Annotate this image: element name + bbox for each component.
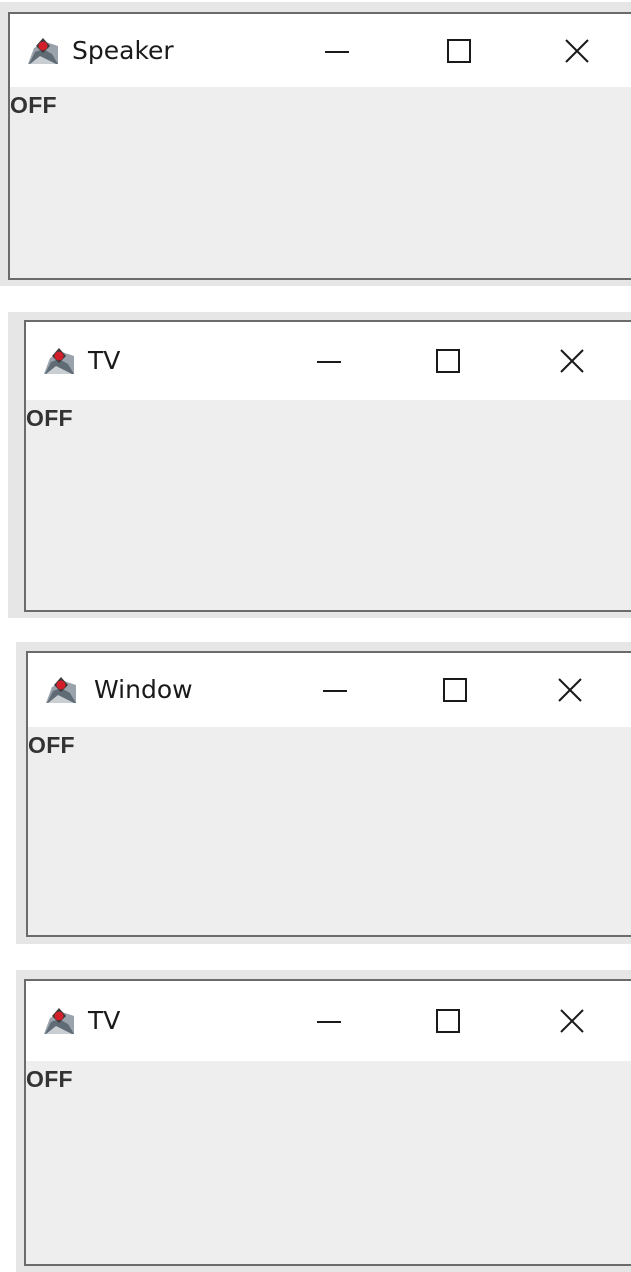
screenshot-stage: Speaker OFF TV OFF Window OFF TV OFF — [0, 0, 631, 1272]
title-bar[interactable]: TV — [26, 981, 631, 1061]
close-icon[interactable] — [547, 665, 593, 715]
window-title: Window — [94, 675, 193, 704]
window-title: TV — [88, 346, 121, 375]
window-tv[interactable]: TV OFF — [24, 320, 631, 612]
window-speaker[interactable]: Speaker OFF — [8, 12, 631, 280]
minimize-icon[interactable] — [306, 996, 352, 1046]
minimize-icon[interactable] — [314, 26, 360, 76]
title-bar[interactable]: Speaker — [10, 14, 631, 87]
window-tv[interactable]: TV OFF — [24, 979, 631, 1266]
java-duke-icon — [44, 348, 74, 374]
minimize-icon[interactable] — [312, 665, 358, 715]
java-duke-icon — [44, 1008, 74, 1034]
window-window[interactable]: Window OFF — [26, 651, 631, 937]
status-label: OFF — [28, 732, 75, 758]
close-icon[interactable] — [554, 26, 600, 76]
maximize-icon[interactable] — [425, 336, 471, 386]
status-label: OFF — [26, 405, 73, 431]
minimize-icon[interactable] — [306, 336, 352, 386]
status-label: OFF — [10, 92, 57, 118]
window-title: Speaker — [72, 36, 174, 65]
java-duke-icon — [46, 677, 76, 703]
title-bar[interactable]: Window — [28, 653, 631, 727]
window-title: TV — [88, 1006, 121, 1035]
maximize-icon[interactable] — [436, 26, 482, 76]
maximize-icon[interactable] — [432, 665, 478, 715]
maximize-icon[interactable] — [425, 996, 471, 1046]
java-duke-icon — [28, 38, 58, 64]
close-icon[interactable] — [549, 996, 595, 1046]
title-bar[interactable]: TV — [26, 322, 631, 400]
close-icon[interactable] — [549, 336, 595, 386]
status-label: OFF — [26, 1066, 73, 1092]
